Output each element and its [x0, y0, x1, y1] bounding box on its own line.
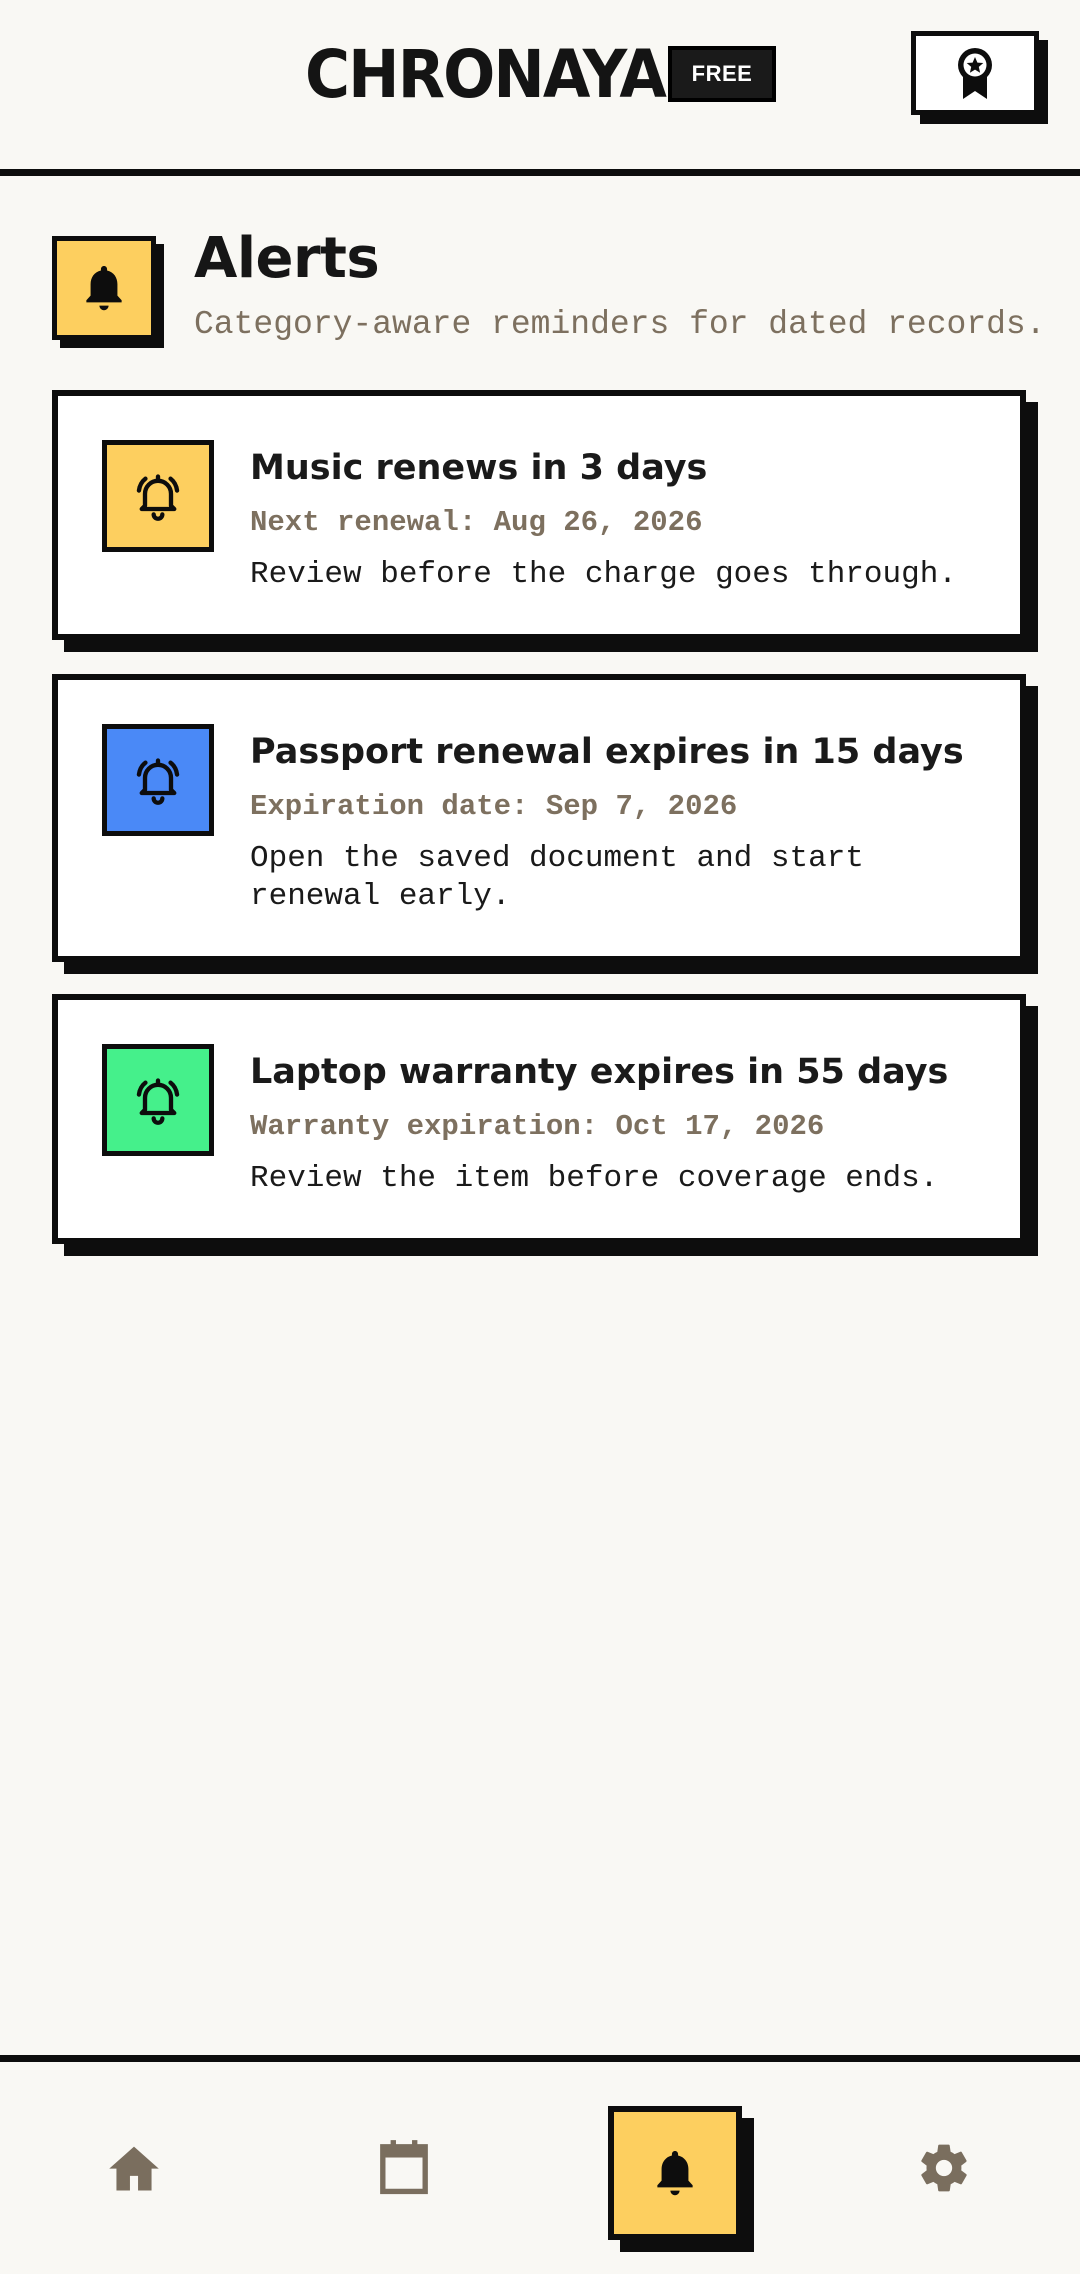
- alert-card-icon-box: [102, 724, 214, 836]
- alert-date: Expiration date: Sep 7, 2026: [250, 790, 738, 823]
- nav-settings-button[interactable]: [894, 2118, 994, 2218]
- bell-icon: [657, 2150, 693, 2196]
- alert-date: Next renewal: Aug 26, 2026: [250, 506, 703, 539]
- alert-description: Review the item before coverage ends.: [250, 1161, 939, 1196]
- bell-ringing-icon: [136, 758, 180, 805]
- calendar-icon: [380, 2140, 428, 2195]
- nav-calendar-button[interactable]: [354, 2118, 454, 2218]
- bell-ringing-icon: [136, 474, 180, 521]
- achievements-button[interactable]: [911, 31, 1039, 115]
- award-ribbon-icon: [958, 48, 992, 99]
- alert-description: Open the saved document and start renewa…: [250, 841, 864, 914]
- home-icon: [109, 2146, 159, 2191]
- alerts-section-icon: [52, 236, 156, 340]
- alert-title: Laptop warranty expires in 55 days: [250, 1052, 949, 1092]
- alert-date: Warranty expiration: Oct 17, 2026: [250, 1110, 825, 1143]
- alert-card[interactable]: Laptop warranty expires in 55 days Warra…: [52, 994, 1026, 1244]
- alert-card-icon-box: [102, 1044, 214, 1156]
- app-header: CHRONAYA FREE: [0, 0, 1080, 176]
- alert-card[interactable]: Music renews in 3 days Next renewal: Aug…: [52, 390, 1026, 640]
- alert-title: Passport renewal expires in 15 days: [250, 732, 964, 772]
- brand-logo: CHRONAYA: [305, 34, 692, 114]
- app-root: CHRONAYA FREE Alerts Category-aware remi…: [0, 0, 1080, 2274]
- alert-card-icon-box: [102, 440, 214, 552]
- nav-alerts-button[interactable]: [608, 2106, 742, 2240]
- nav-home-button[interactable]: [84, 2118, 184, 2218]
- alert-card[interactable]: Passport renewal expires in 15 days Expi…: [52, 674, 1026, 962]
- brand-name: CHRONAYA: [305, 35, 667, 113]
- plan-badge: FREE: [668, 46, 776, 102]
- alert-title: Music renews in 3 days: [250, 448, 708, 488]
- bell-icon: [86, 265, 122, 311]
- alert-description: Review before the charge goes through.: [250, 557, 957, 592]
- page-title: Alerts: [194, 226, 380, 291]
- bottom-navigation: [0, 2055, 1080, 2274]
- gear-icon: [921, 2144, 967, 2192]
- bell-ringing-icon: [136, 1078, 180, 1125]
- page-subtitle: Category-aware reminders for dated recor…: [194, 306, 1046, 343]
